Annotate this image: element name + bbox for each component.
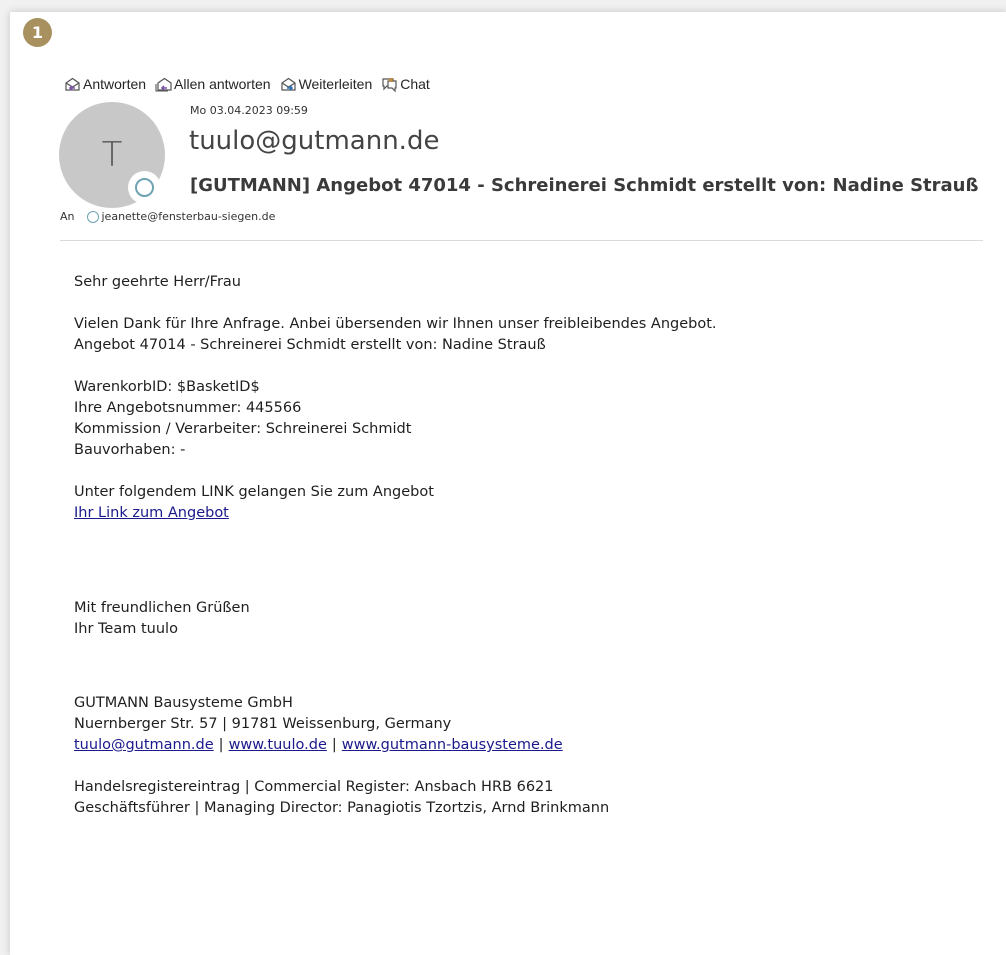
signature-company: GUTMANN Bausysteme GmbH bbox=[74, 695, 293, 711]
offer-link[interactable]: Ihr Link zum Angebot bbox=[74, 505, 229, 521]
presence-status-icon bbox=[128, 171, 161, 204]
signature-links: tuulo@gutmann.de | www.tuulo.de | www.gutman… bbox=[74, 735, 964, 756]
signature-address: Nuernberger Str. 57 | 91781 Weissenburg,… bbox=[74, 716, 452, 732]
separator: | bbox=[218, 737, 224, 753]
forward-button[interactable]: Weiterleiten bbox=[280, 76, 373, 93]
intro-line-2: Angebot 47014 - Schreinerei Schmidt erst… bbox=[74, 337, 546, 353]
greeting: Sehr geehrte Herr/Frau bbox=[74, 274, 241, 290]
email-body: Sehr geehrte Herr/Frau Vielen Dank für I… bbox=[74, 272, 964, 819]
email-reading-pane: 1 Antworten Allen antworten Weiterleiten… bbox=[10, 12, 1006, 955]
recipient-presence-icon bbox=[86, 210, 99, 223]
forward-icon bbox=[280, 76, 297, 93]
separator: | bbox=[331, 737, 337, 753]
to-label: An bbox=[60, 210, 75, 223]
recipient-address[interactable]: jeanette@fensterbau-siegen.de bbox=[102, 210, 276, 223]
reply-all-label: Allen antworten bbox=[174, 76, 271, 92]
closing-line-2: Ihr Team tuulo bbox=[74, 621, 178, 637]
basket-id: WarenkorbID: $BasketID$ bbox=[74, 379, 260, 395]
intro-line-1: Vielen Dank für Ihre Anfrage. Anbei über… bbox=[74, 316, 717, 332]
offer-number: Ihre Angebotsnummer: 445566 bbox=[74, 400, 302, 416]
message-action-toolbar: Antworten Allen antworten Weiterleiten C… bbox=[64, 73, 430, 95]
signature-register: Handelsregistereintrag | Commercial Regi… bbox=[74, 779, 554, 795]
reply-all-icon bbox=[155, 76, 172, 93]
step-number-badge: 1 bbox=[23, 18, 52, 47]
chat-icon bbox=[381, 76, 398, 93]
sent-date: Mo 03.04.2023 09:59 bbox=[190, 104, 308, 117]
signature-web-link-2[interactable]: www.gutmann-bausysteme.de bbox=[342, 737, 563, 753]
project: Bauvorhaben: - bbox=[74, 442, 186, 458]
header-divider bbox=[60, 240, 983, 241]
forward-label: Weiterleiten bbox=[298, 76, 373, 92]
reply-button[interactable]: Antworten bbox=[64, 76, 146, 93]
chat-button[interactable]: Chat bbox=[381, 76, 430, 93]
signature-email-link[interactable]: tuulo@gutmann.de bbox=[74, 737, 214, 753]
closing-line-1: Mit freundlichen Grüßen bbox=[74, 600, 250, 616]
recipient-row: An jeanette@fensterbau-siegen.de bbox=[60, 210, 275, 223]
reply-all-button[interactable]: Allen antworten bbox=[155, 76, 271, 93]
chat-label: Chat bbox=[400, 76, 430, 92]
sender-address[interactable]: tuulo@gutmann.de bbox=[189, 126, 439, 156]
signature-web-link-1[interactable]: www.tuulo.de bbox=[229, 737, 327, 753]
signature-directors: Geschäftsführer | Managing Director: Pan… bbox=[74, 800, 610, 816]
reply-label: Antworten bbox=[83, 76, 147, 92]
reply-icon bbox=[64, 76, 81, 93]
link-intro: Unter folgendem LINK gelangen Sie zum An… bbox=[74, 484, 434, 500]
commission: Kommission / Verarbeiter: Schreinerei Sc… bbox=[74, 421, 412, 437]
email-subject: [GUTMANN] Angebot 47014 - Schreinerei Sc… bbox=[190, 175, 979, 196]
